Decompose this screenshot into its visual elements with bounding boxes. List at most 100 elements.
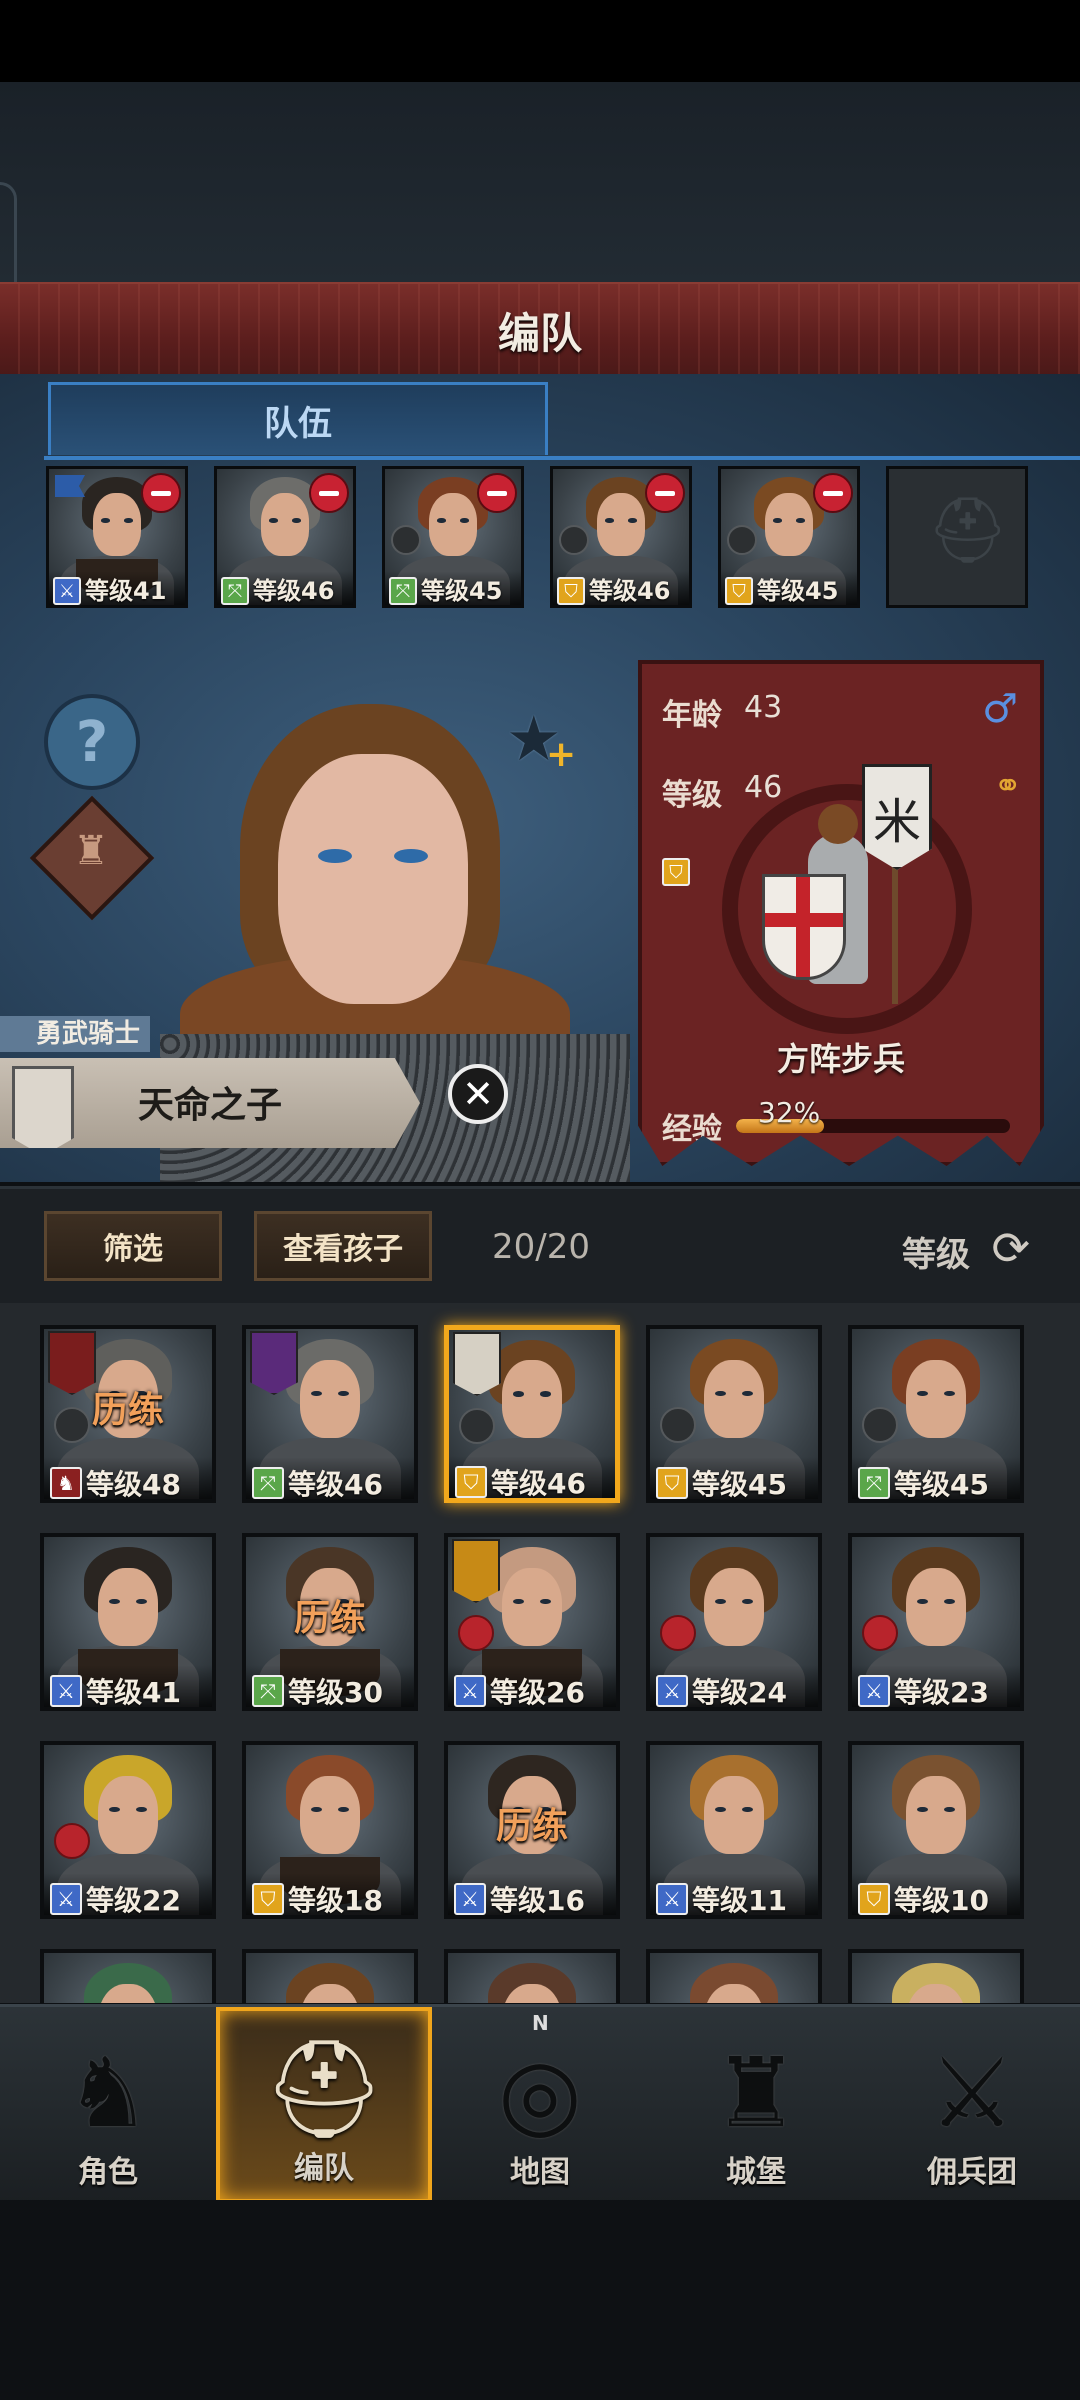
- portrait-face: [905, 1567, 967, 1646]
- roster-card-partial[interactable]: [848, 1949, 1024, 2003]
- slot-level-row: ⤧ 等级46: [217, 571, 353, 605]
- slot-level-row: ⛉ 等级46: [553, 571, 689, 605]
- team-slot[interactable]: ⚔ 等级41: [46, 466, 188, 608]
- roster-card[interactable]: ⛉ 等级18: [242, 1741, 418, 1919]
- card-level-row: ⚔ 等级26: [448, 1665, 616, 1707]
- nav-compass-map[interactable]: ◎ N 地图: [432, 2007, 648, 2203]
- sword-icon: ⚔: [858, 1675, 890, 1707]
- roster-card-partial[interactable]: [646, 1949, 822, 2003]
- help-button[interactable]: ?: [44, 694, 140, 790]
- soldier-badge-icon: [660, 1407, 696, 1443]
- roster-card[interactable]: ⛉ 等级45: [646, 1325, 822, 1503]
- age-label: 年龄: [662, 698, 722, 733]
- remove-icon[interactable]: [309, 473, 349, 513]
- team-slot[interactable]: ⛑: [886, 466, 1028, 608]
- formation-panel: 队伍 ⚔ 等级41 ⤧ 等级46 ⤧ 等级45 ⛉ 等级46 ⛉ 等级45 ⛑ ? ♜ ★ + 年龄…: [0, 374, 1080, 1182]
- shield-icon: ⛉: [252, 1883, 284, 1915]
- team-slot[interactable]: ⤧ 等级45: [382, 466, 524, 608]
- refresh-sort-icon[interactable]: ⟳: [991, 1221, 1030, 1275]
- portrait-face: [428, 493, 478, 557]
- portrait-face: [764, 493, 814, 557]
- team-slot[interactable]: ⛉ 等级45: [718, 466, 860, 608]
- soldier-badge-icon: [559, 525, 589, 555]
- card-level-row: ♞ 等级48: [44, 1457, 212, 1499]
- age-value: 43: [744, 690, 783, 725]
- team-slot[interactable]: ⛉ 等级46: [550, 466, 692, 608]
- exp-percent: 32%: [758, 1096, 821, 1129]
- sword-icon: ⚔: [50, 1675, 82, 1707]
- bow-icon: ⤧: [252, 1675, 284, 1707]
- roster-card-partial[interactable]: [242, 1949, 418, 2003]
- remove-icon[interactable]: [645, 473, 685, 513]
- nav-label: 编队: [294, 2151, 354, 2186]
- tab-team[interactable]: 队伍: [48, 382, 548, 455]
- soldier-badge-icon: [459, 1408, 495, 1444]
- knight-icon: ♞: [64, 2037, 152, 2149]
- roster-card[interactable]: ⚔ 等级26: [444, 1533, 620, 1711]
- remove-icon[interactable]: [813, 473, 853, 513]
- rings-icon[interactable]: ⚭: [994, 766, 1023, 806]
- name-plate[interactable]: 天命之子: [0, 1058, 420, 1148]
- view-children-button[interactable]: 查看孩子: [254, 1211, 432, 1281]
- team-slot[interactable]: ⤧ 等级46: [214, 466, 356, 608]
- filter-button[interactable]: 筛选: [44, 1211, 222, 1281]
- slot-level-row: ⤧ 等级45: [385, 571, 521, 605]
- roster-card-partial[interactable]: [40, 1949, 216, 2003]
- soldier-icon: ♜: [73, 828, 109, 874]
- roster-card[interactable]: 历练 ♞ 等级48: [40, 1325, 216, 1503]
- soldier-badge-icon: [54, 1823, 90, 1859]
- close-icon[interactable]: ✕: [448, 1064, 508, 1124]
- empty-slot-helmet-icon: ⛑: [927, 494, 1009, 568]
- roster-card[interactable]: ⚔ 等级41: [40, 1533, 216, 1711]
- remove-icon[interactable]: [477, 473, 517, 513]
- nav-label: 地图: [510, 2155, 570, 2190]
- card-level: 等级22: [86, 1884, 181, 1917]
- nav-label: 佣兵团: [927, 2155, 1017, 2190]
- roster-card[interactable]: ⚔ 等级11: [646, 1741, 822, 1919]
- card-level-row: ⤧ 等级30: [246, 1665, 414, 1707]
- roster-card[interactable]: ⛉ 等级10: [848, 1741, 1024, 1919]
- bow-icon: ⤧: [858, 1467, 890, 1499]
- soldier-badge-icon: [391, 525, 421, 555]
- roster-card[interactable]: ⤧ 等级46: [242, 1325, 418, 1503]
- soldier-badge-icon: [862, 1615, 898, 1651]
- sort-label[interactable]: 等级: [902, 1227, 970, 1276]
- card-level: 等级46: [491, 1467, 586, 1500]
- roster-card[interactable]: 历练 ⤧ 等级30: [242, 1533, 418, 1711]
- sword-icon: ⚔: [50, 1883, 82, 1915]
- training-label: 历练: [495, 1806, 568, 1847]
- character-name: 天命之子: [137, 1085, 282, 1126]
- soldier-badge-icon: [862, 1407, 898, 1443]
- roster-card-partial[interactable]: [444, 1949, 620, 2003]
- portrait-face: [92, 493, 142, 557]
- roster-card[interactable]: ⚔ 等级23: [848, 1533, 1024, 1711]
- helmet-icon: ⛑: [263, 2033, 385, 2145]
- sword-icon: ⚔: [454, 1883, 486, 1915]
- slot-level: 等级41: [85, 577, 167, 605]
- portrait-face: [703, 1359, 765, 1438]
- roster-card[interactable]: 历练 ⚔ 等级16: [444, 1741, 620, 1919]
- nav-mercenary[interactable]: ⚔ 佣兵团: [864, 2007, 1080, 2203]
- card-level: 等级24: [692, 1676, 787, 1709]
- card-level-row: ⛉ 等级10: [852, 1873, 1020, 1915]
- roster-card[interactable]: ⛉ 等级46: [444, 1325, 620, 1503]
- castle-icon: ♜: [712, 2037, 800, 2149]
- roster-card[interactable]: ⚔ 等级24: [646, 1533, 822, 1711]
- nav-label: 城堡: [726, 2155, 786, 2190]
- card-level-row: ⤧ 等级46: [246, 1457, 414, 1499]
- training-label: 历练: [91, 1390, 164, 1431]
- nav-knight[interactable]: ♞ 角色: [0, 2007, 216, 2203]
- card-level: 等级16: [490, 1884, 585, 1917]
- nav-castle[interactable]: ♜ 城堡: [648, 2007, 864, 2203]
- portrait-face: [97, 1567, 159, 1646]
- heraldry-icon: [452, 1539, 500, 1603]
- shield-icon: ⛉: [557, 577, 585, 605]
- remove-icon[interactable]: [141, 473, 181, 513]
- roster-list[interactable]: 历练 ♞ 等级48 ⤧ 等级46 ⛉ 等级46 ⛉ 等级45 ⤧ 等级45 ⚔ 等级41 历练 ⤧ 等级30 ⚔…: [0, 1303, 1080, 2003]
- roster-card[interactable]: ⚔ 等级22: [40, 1741, 216, 1919]
- nav-helmet[interactable]: ⛑ 编队: [216, 2007, 432, 2203]
- status-bar: [0, 0, 1080, 82]
- card-level-row: ⚔ 等级22: [44, 1873, 212, 1915]
- roster-card[interactable]: ⤧ 等级45: [848, 1325, 1024, 1503]
- bow-icon: ⤧: [252, 1467, 284, 1499]
